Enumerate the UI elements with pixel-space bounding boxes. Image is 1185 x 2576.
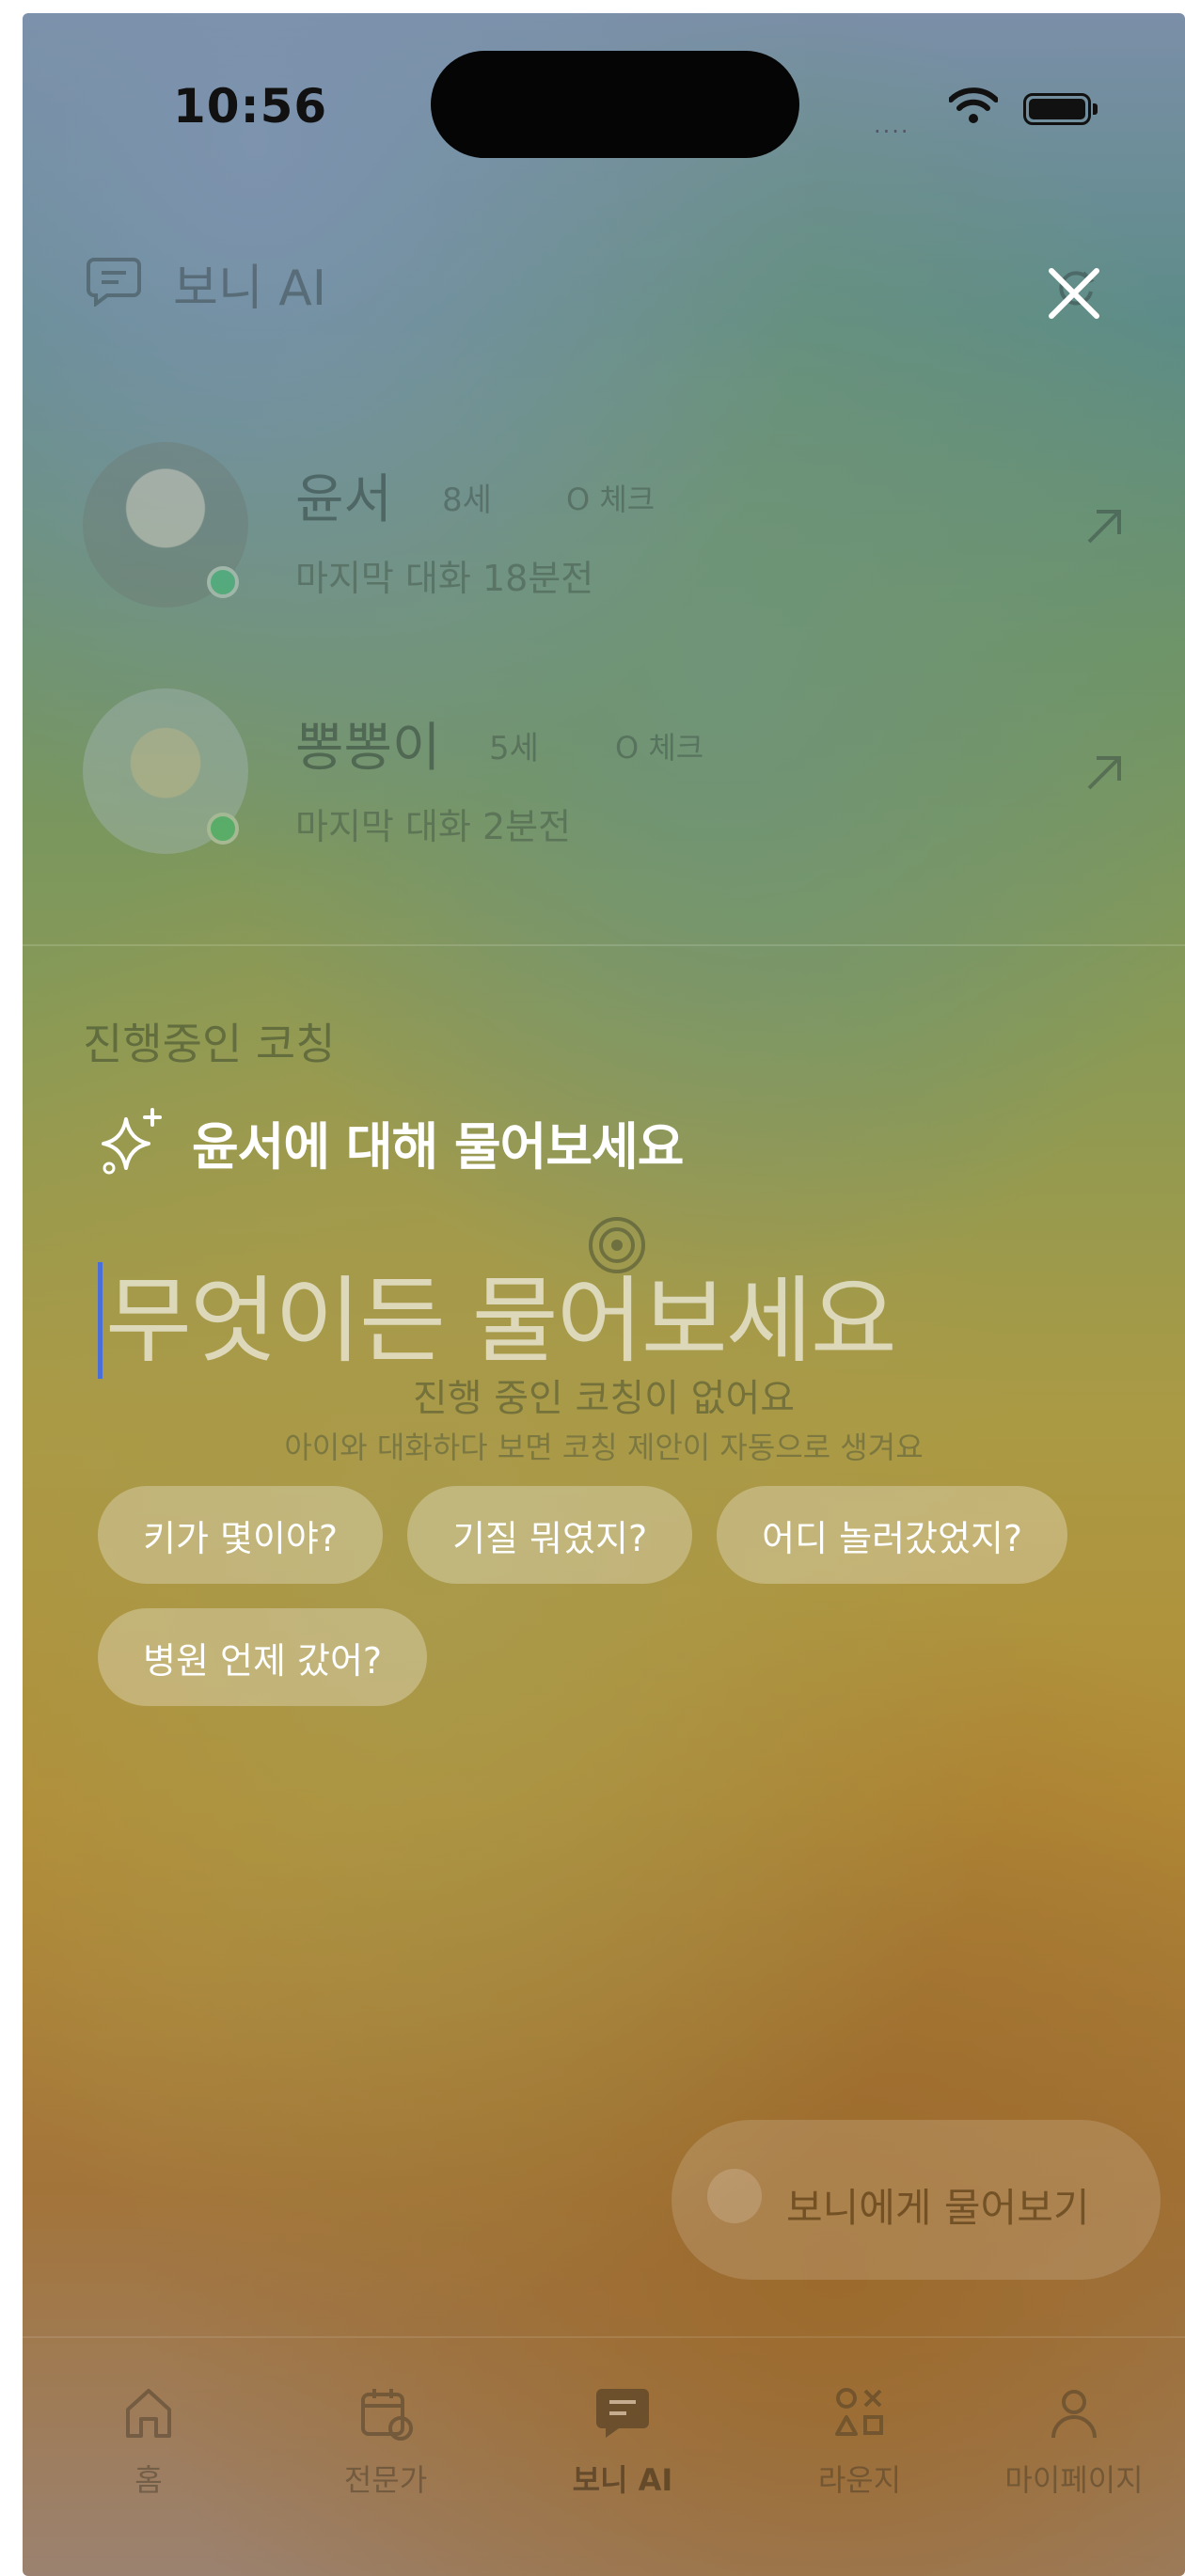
app-screen: 10:56 .... 보니 AI 윤서 8세 O 체크 마지막 대화 18분전: [23, 13, 1185, 2576]
text-caret: [98, 1262, 103, 1379]
suggestion-chip[interactable]: 키가 몇이야?: [98, 1486, 384, 1584]
divider: [23, 944, 1185, 946]
home-icon: [126, 2389, 171, 2438]
person-icon: [1051, 2390, 1097, 2439]
arrow-up-right-icon[interactable]: [1083, 752, 1125, 794]
child-name: 뽕뽕이: [295, 718, 441, 779]
tab-lounge[interactable]: 라운지: [747, 2383, 972, 2500]
boni-icon: [707, 2169, 762, 2223]
chat-bubble-icon: [87, 258, 141, 307]
suggestion-chips: 키가 몇이야? 기질 뭐였지? 어디 놀러갔었지? 병원 언제 갔어?: [98, 1486, 1170, 1706]
tab-boni-ai[interactable]: 보니 AI: [510, 2383, 735, 2500]
ask-title: 윤서에 대해 물어보세요: [192, 1116, 684, 1177]
suggestion-chip[interactable]: 기질 뭐였지?: [407, 1486, 693, 1584]
child-age: 8세: [442, 482, 492, 519]
online-status-dot: [207, 813, 239, 845]
tab-label: 홈: [134, 2462, 163, 2498]
tab-expert[interactable]: 전문가: [273, 2383, 498, 2500]
empty-state-subtitle: 아이와 대화하다 보면 코칭 제안이 자동으로 생겨요: [284, 1430, 924, 1465]
sparkle-icon: [102, 1108, 162, 1175]
question-input-wrapper: [98, 1255, 1140, 1386]
shapes-icon: [835, 2388, 883, 2436]
tab-label: 마이페이지: [1004, 2462, 1144, 2498]
chat-icon: [596, 2389, 649, 2438]
tab-home[interactable]: 홈: [36, 2383, 261, 2500]
page-title: 보니 AI: [173, 261, 327, 317]
last-chat-time: 마지막 대화 18분전: [295, 558, 594, 599]
question-input[interactable]: [98, 1255, 1140, 1386]
calendar-icon: [361, 2389, 413, 2441]
tab-label: 라운지: [817, 2462, 902, 2498]
child-name: 윤서: [295, 469, 393, 530]
ask-header: 윤서에 대해 물어보세요: [98, 1104, 684, 1179]
child-tag: O 체크: [615, 730, 704, 766]
tab-label: 보니 AI: [572, 2462, 673, 2498]
ask-boni-label: 보니에게 물어보기: [786, 2185, 1090, 2231]
child-age: 5세: [489, 730, 539, 767]
section-title: 진행중인 코칭: [83, 1019, 336, 1069]
tab-mypage[interactable]: 마이페이지: [963, 2383, 1185, 2500]
tab-label: 전문가: [343, 2462, 428, 2498]
suggestion-chip[interactable]: 병원 언제 갔어?: [98, 1608, 428, 1706]
online-status-dot: [207, 566, 239, 598]
arrow-up-right-icon[interactable]: [1083, 506, 1125, 547]
child-tag: O 체크: [566, 482, 656, 517]
suggestion-chip[interactable]: 어디 놀러갔었지?: [717, 1486, 1068, 1584]
close-icon[interactable]: [1044, 263, 1104, 324]
last-chat-time: 마지막 대화 2분전: [295, 806, 572, 847]
